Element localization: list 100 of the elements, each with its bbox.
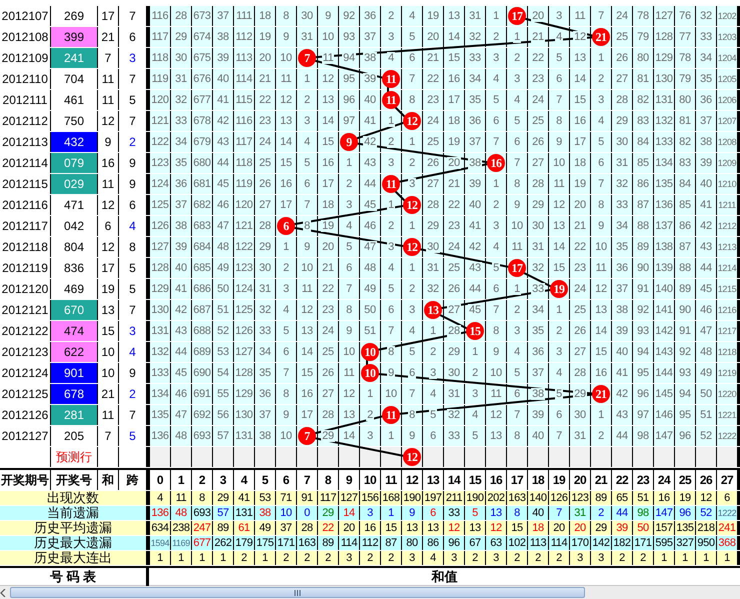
miss-cell: 3	[276, 279, 296, 299]
miss-cell: 4	[381, 258, 401, 278]
miss-cell: 674	[192, 27, 212, 47]
miss-cell: 7	[276, 363, 296, 383]
miss-cell: 1	[486, 6, 506, 26]
stat-value: 57	[213, 506, 233, 520]
miss-cell: 25	[528, 111, 548, 131]
miss-cell: 1	[402, 258, 422, 278]
miss-cell: 22	[528, 48, 548, 68]
miss-cell: 39	[171, 237, 191, 257]
miss-cell: 3	[549, 342, 569, 362]
miss-cell: 9	[486, 342, 506, 362]
scroll-left-icon[interactable]	[0, 588, 6, 596]
span-cell: 9	[119, 363, 149, 383]
miss-cell: 38	[255, 426, 275, 446]
miss-cell: 23	[444, 216, 464, 236]
miss-cell: 2	[360, 405, 380, 425]
miss-cell: 83	[633, 111, 653, 131]
miss-cell: 112	[234, 27, 254, 47]
miss-cell: 12	[549, 195, 569, 215]
miss-cell: 21	[444, 174, 464, 194]
miss-cell: 1217	[717, 321, 737, 341]
miss-cell: 91	[633, 279, 653, 299]
miss-cell: 22	[255, 90, 275, 110]
horizontal-scrollbar[interactable]	[0, 585, 740, 599]
number-cell: 469	[51, 279, 97, 299]
stat-value: 14	[339, 506, 359, 520]
span-cell: 4	[119, 216, 149, 236]
span-cell: 7	[119, 405, 149, 425]
stat-value: 20	[549, 521, 569, 535]
miss-cell: 51	[696, 405, 716, 425]
miss-cell: 4	[507, 342, 527, 362]
stat-value: 18	[528, 521, 548, 535]
stat-value: 20	[339, 521, 359, 535]
miss-cell: 1	[276, 237, 296, 257]
miss-cell: 23	[570, 258, 590, 278]
miss-cell: 10	[318, 27, 338, 47]
column-header: 跨	[119, 470, 149, 490]
miss-cell: 42	[465, 237, 485, 257]
miss-cell: 44	[171, 342, 191, 362]
column-header: 20	[570, 470, 590, 490]
miss-cell: 78	[675, 48, 695, 68]
stat-value: 16	[654, 491, 674, 505]
miss-cell: 90	[633, 258, 653, 278]
miss-cell: 13	[339, 405, 359, 425]
number-ball: 12	[403, 112, 421, 130]
miss-cell: 94	[633, 342, 653, 362]
period-cell: 2012116	[0, 195, 50, 215]
stat-value: 1222	[717, 506, 737, 520]
miss-cell: 82	[633, 90, 653, 110]
miss-cell: 82	[675, 132, 695, 152]
miss-cell: 15	[297, 363, 317, 383]
miss-cell: 93	[633, 321, 653, 341]
period-cell: 2012123	[0, 342, 50, 362]
miss-cell: 17	[276, 195, 296, 215]
miss-cell: 11	[339, 363, 359, 383]
miss-cell: 129	[234, 384, 254, 404]
miss-cell: 130	[234, 405, 254, 425]
miss-cell: 4	[507, 90, 527, 110]
miss-cell: 7	[549, 90, 569, 110]
miss-cell: 127	[654, 6, 674, 26]
miss-cell: 22	[444, 195, 464, 215]
miss-cell: 7	[549, 426, 569, 446]
miss-cell: 42	[213, 111, 233, 131]
miss-cell: 132	[654, 111, 674, 131]
miss-cell: 30	[423, 237, 443, 257]
stat-value: 28	[297, 521, 317, 535]
miss-cell: 24	[612, 6, 632, 26]
miss-cell: 5	[486, 90, 506, 110]
stat-value: 39	[612, 521, 632, 535]
period-cell: 2012119	[0, 258, 50, 278]
miss-cell: 56	[213, 405, 233, 425]
miss-cell: 49	[213, 258, 233, 278]
miss-cell: 4	[549, 363, 569, 383]
miss-cell: 31	[465, 6, 485, 26]
miss-cell: 7	[402, 69, 422, 89]
miss-cell: 42	[696, 216, 716, 236]
miss-cell: 129	[150, 279, 170, 299]
miss-cell: 33	[696, 27, 716, 47]
span-cell: 2	[119, 384, 149, 404]
miss-cell: 34	[465, 69, 485, 89]
stat-value: 114	[339, 536, 359, 550]
miss-cell: 8	[549, 111, 569, 131]
miss-cell: 44	[465, 279, 485, 299]
sum-cell: 11	[98, 69, 118, 89]
scrollbar-thumb[interactable]	[10, 587, 585, 598]
miss-cell: 5	[507, 111, 527, 131]
miss-cell: 32	[255, 300, 275, 320]
miss-cell: 33	[444, 426, 464, 446]
miss-cell: 40	[465, 195, 485, 215]
miss-cell: 9	[276, 27, 296, 47]
miss-cell: 1	[360, 384, 380, 404]
miss-cell: 125	[234, 300, 254, 320]
sum-cell: 10	[98, 342, 118, 362]
miss-cell: 4	[465, 405, 485, 425]
miss-cell: 1	[591, 405, 611, 425]
miss-cell: 7	[507, 405, 527, 425]
miss-cell: 6	[486, 111, 506, 131]
miss-cell: 140	[654, 279, 674, 299]
miss-cell: 28	[318, 405, 338, 425]
